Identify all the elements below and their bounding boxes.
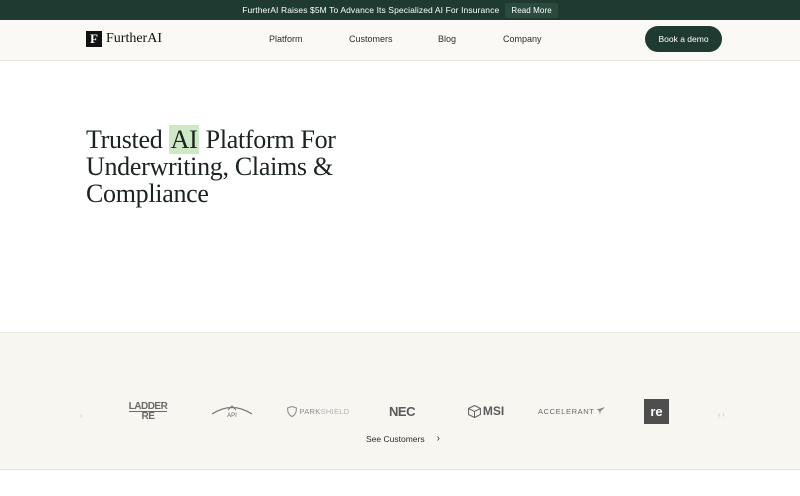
logo-msi: MSI (464, 399, 508, 423)
hero-title-pre: Trusted (86, 125, 169, 154)
msi-cube-icon (467, 404, 481, 418)
logo-api: API (210, 399, 254, 423)
hero-title-highlight: AI (168, 125, 200, 154)
accelerant-label: ACCELERANT (538, 406, 595, 416)
logo-ladder-re: LADDER RE (124, 399, 172, 423)
logo-text: FurtherAI (106, 31, 162, 46)
parkshield-shield: SHIELD (320, 406, 350, 416)
nec-label: NEC (389, 403, 415, 419)
bird-icon (597, 407, 606, 415)
parkshield-park: PARK (299, 406, 321, 416)
hero-title: Trusted AI Platform For Underwriting, Cl… (86, 125, 406, 207)
brand-logo[interactable]: F FurtherAI (86, 31, 162, 47)
announcement-text: FurtherAI Raises $5M To Advance Its Spec… (242, 5, 500, 15)
logo-nec: NEC (386, 399, 418, 423)
re-label: re (650, 404, 663, 419)
see-customers-link[interactable]: See Customers › (366, 433, 440, 444)
read-more-link[interactable]: Read More (505, 2, 558, 18)
see-customers-label: See Customers (366, 433, 425, 444)
site-header: F FurtherAI Platform Customers Blog Comp… (0, 20, 800, 61)
nav-company[interactable]: Company (503, 34, 542, 44)
logo-accelerant: ACCELERANT (538, 399, 606, 423)
customer-logos-section: ‹ LADDER RE API PARK SHIELD NEC MSI ACCE… (0, 332, 800, 470)
carousel-right-fade: ‹ › (718, 412, 725, 419)
logo-re: re (644, 399, 669, 424)
announcement-bar: FurtherAI Raises $5M To Advance Its Spec… (0, 0, 800, 20)
msi-label: MSI (482, 404, 505, 418)
nav-platform[interactable]: Platform (269, 34, 303, 44)
api-label: API (227, 413, 237, 419)
ladder-re-bottom: RE (141, 410, 155, 422)
chevron-right-icon: › (436, 433, 440, 444)
nav-customers[interactable]: Customers (349, 34, 393, 44)
shield-icon (286, 405, 297, 417)
logo-parkshield: PARK SHIELD (285, 399, 351, 423)
nav-blog[interactable]: Blog (438, 34, 456, 44)
book-demo-button[interactable]: Book a demo (645, 26, 722, 52)
ladder-re-top: LADDER (128, 400, 168, 412)
carousel-left-fade: ‹ (80, 411, 83, 420)
logo-mark-icon: F (86, 31, 102, 47)
